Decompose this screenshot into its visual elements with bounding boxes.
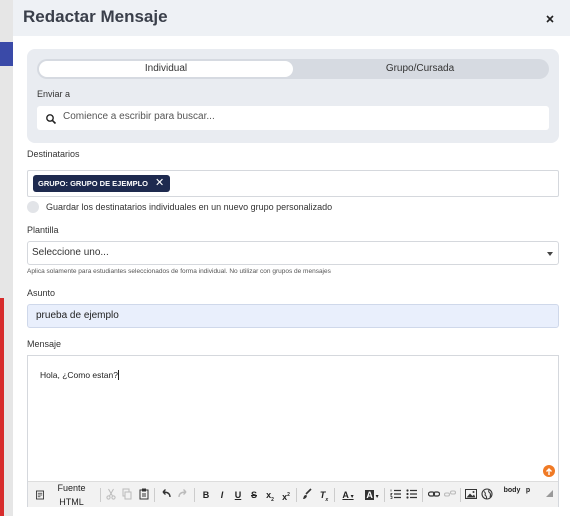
- close-icon[interactable]: [544, 12, 556, 24]
- undo-icon[interactable]: [160, 488, 172, 502]
- remove-format-button[interactable]: Tx: [318, 488, 330, 503]
- send-to-panel: Individual Grupo/Cursada Enviar a Comien…: [27, 49, 559, 143]
- toolbar-divider: [384, 488, 385, 502]
- resize-handle-icon[interactable]: [546, 490, 554, 504]
- template-select[interactable]: Seleccione uno...: [27, 241, 559, 265]
- message-body[interactable]: Hola, ¿Como estan?: [40, 370, 119, 380]
- italic-button[interactable]: I: [216, 488, 228, 502]
- source-html-label: Fuente HTML: [57, 483, 86, 507]
- element-path-p[interactable]: p: [524, 484, 532, 498]
- modal-title: Redactar Mensaje: [23, 7, 168, 26]
- recipients-field[interactable]: GRUPO: GRUPO DE EJEMPLO ✕: [27, 170, 559, 197]
- subscript-button[interactable]: x2: [264, 488, 276, 503]
- recipient-mode-tabs: Individual Grupo/Cursada: [37, 59, 549, 79]
- subject-label: Asunto: [27, 288, 56, 298]
- save-group-toggle[interactable]: [27, 201, 39, 213]
- template-label: Plantilla: [27, 225, 59, 235]
- copy-icon[interactable]: [122, 488, 132, 502]
- tab-group[interactable]: Grupo/Cursada: [293, 61, 547, 77]
- message-body-text: Hola, ¿Como estan?: [40, 370, 118, 380]
- template-selected-value: Seleccione uno...: [32, 247, 109, 258]
- link-icon[interactable]: [428, 488, 440, 502]
- search-icon: [45, 112, 57, 125]
- save-group-label: Guardar los destinatarios individuales e…: [46, 202, 333, 212]
- recipient-chip-label: GRUPO: GRUPO DE EJEMPLO: [38, 179, 149, 188]
- tab-individual[interactable]: Individual: [39, 61, 293, 77]
- superscript-button[interactable]: x2: [280, 488, 292, 502]
- bold-button[interactable]: B: [200, 488, 212, 502]
- toolbar-divider: [460, 488, 461, 502]
- bullet-list-icon[interactable]: [406, 488, 418, 502]
- strikethrough-button[interactable]: S: [248, 488, 260, 502]
- modal-header: Redactar Mensaje: [13, 0, 570, 36]
- background-color-button[interactable]: A ▾: [364, 488, 380, 502]
- paste-icon[interactable]: [139, 488, 149, 502]
- element-path-body[interactable]: body: [503, 484, 521, 498]
- search-placeholder: Comience a escribir para buscar...: [63, 111, 215, 122]
- underline-button[interactable]: U: [232, 488, 244, 502]
- toolbar-divider: [296, 488, 297, 502]
- chevron-down-icon: [547, 252, 553, 256]
- cut-icon[interactable]: [106, 488, 116, 502]
- text-color-button[interactable]: A ▾: [340, 488, 356, 502]
- recipients-label: Destinatarios: [27, 149, 80, 159]
- background-red-bar: [0, 298, 4, 516]
- scroll-up-icon[interactable]: [543, 465, 555, 477]
- recipient-chip: GRUPO: GRUPO DE EJEMPLO ✕: [33, 175, 171, 192]
- toolbar-divider: [154, 488, 155, 502]
- text-cursor: [117, 370, 119, 380]
- document-icon: [36, 490, 45, 500]
- toolbar-divider: [422, 488, 423, 502]
- toolbar-divider: [100, 488, 101, 502]
- background-page-strip: [0, 0, 13, 516]
- send-to-label: Enviar a: [37, 89, 71, 99]
- editor-toolbar: Fuente HTML B I U S x2 x2 Tx A ▾ A ▾ bod…: [28, 481, 558, 507]
- image-icon[interactable]: [465, 488, 477, 502]
- remove-chip-icon[interactable]: ✕: [155, 175, 164, 192]
- globe-icon[interactable]: [481, 488, 493, 502]
- background-nav-bar: [0, 42, 13, 66]
- recipient-search-input[interactable]: Comience a escribir para buscar...: [37, 106, 549, 130]
- toolbar-divider: [194, 488, 195, 502]
- compose-message-modal: Redactar Mensaje Individual Grupo/Cursad…: [13, 0, 570, 516]
- subject-value: prueba de ejemplo: [36, 310, 119, 321]
- redo-icon[interactable]: [177, 488, 189, 502]
- unlink-icon[interactable]: [444, 488, 456, 502]
- template-hint: Aplica solamente para estudiantes selecc…: [27, 268, 331, 275]
- source-html-button[interactable]: Fuente HTML: [36, 483, 96, 507]
- copy-format-icon[interactable]: [302, 488, 314, 502]
- toolbar-divider: [334, 488, 335, 502]
- numbered-list-icon[interactable]: [390, 488, 402, 502]
- message-editor[interactable]: Hola, ¿Como estan? Fuente HTML B I U S x…: [27, 355, 559, 507]
- subject-input[interactable]: prueba de ejemplo: [27, 304, 559, 328]
- message-label: Mensaje: [27, 339, 62, 349]
- page-backdrop: Redactar Mensaje Individual Grupo/Cursad…: [0, 0, 570, 516]
